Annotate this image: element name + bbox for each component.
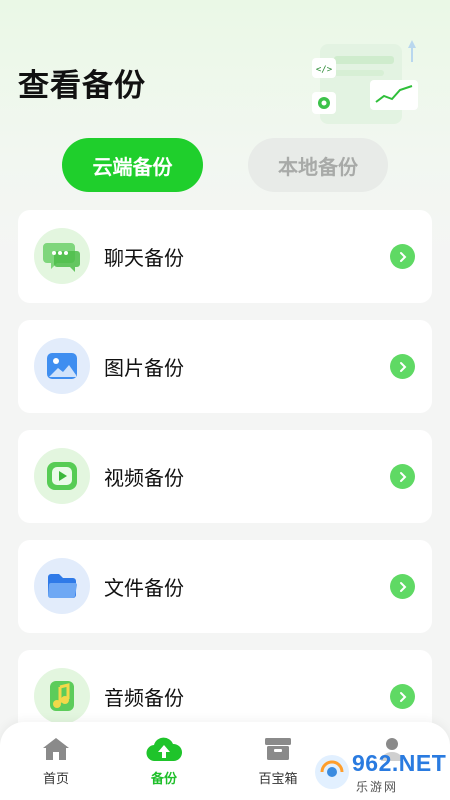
video-icon xyxy=(34,448,90,504)
chevron-right-icon[interactable] xyxy=(390,244,415,269)
tab-local-backup[interactable]: 本地备份 xyxy=(248,138,388,192)
image-icon xyxy=(34,338,90,394)
user-icon xyxy=(352,734,432,764)
backup-illustration-icon: </> xyxy=(312,40,418,124)
list-item-label: 图片备份 xyxy=(104,356,184,380)
chevron-right-icon[interactable] xyxy=(390,574,415,599)
list-item-video-backup[interactable]: 视频备份 xyxy=(18,430,432,523)
tabbar-label: 百宝箱 xyxy=(258,772,298,787)
list-item-label: 聊天备份 xyxy=(104,246,184,270)
list-item-label: 音频备份 xyxy=(104,686,184,710)
cloud-upload-icon xyxy=(124,734,204,764)
chevron-right-icon[interactable] xyxy=(390,464,415,489)
home-icon xyxy=(16,734,96,764)
tab-cloud-backup[interactable]: 云端备份 xyxy=(62,138,203,192)
page-title: 查看备份 xyxy=(18,68,146,104)
list-item-file-backup[interactable]: 文件备份 xyxy=(18,540,432,633)
music-icon xyxy=(34,668,90,724)
box-icon xyxy=(238,734,318,764)
list-item-image-backup[interactable]: 图片备份 xyxy=(18,320,432,413)
list-item-label: 文件备份 xyxy=(104,576,184,600)
folder-icon xyxy=(34,558,90,614)
list-item-label: 视频备份 xyxy=(104,466,184,490)
list-item-chat-backup[interactable]: 聊天备份 xyxy=(18,210,432,303)
chevron-right-icon[interactable] xyxy=(390,354,415,379)
chevron-right-icon[interactable] xyxy=(390,684,415,709)
tabbar-item-toolbox[interactable]: 百宝箱 xyxy=(238,734,318,794)
tabbar-item-profile[interactable] xyxy=(352,734,432,794)
tabbar-label: 首页 xyxy=(42,772,69,787)
backup-type-tabs: 云端备份 本地备份 xyxy=(0,138,450,192)
tabbar-item-home[interactable]: 首页 xyxy=(16,734,96,794)
svg-text:</>: </> xyxy=(316,65,333,75)
chat-icon xyxy=(34,228,90,284)
tabbar-item-backup[interactable]: 备份 xyxy=(124,734,204,794)
tabbar-label: 备份 xyxy=(150,772,177,787)
bottom-tab-bar: 首页 备份 百宝箱 xyxy=(0,722,450,800)
